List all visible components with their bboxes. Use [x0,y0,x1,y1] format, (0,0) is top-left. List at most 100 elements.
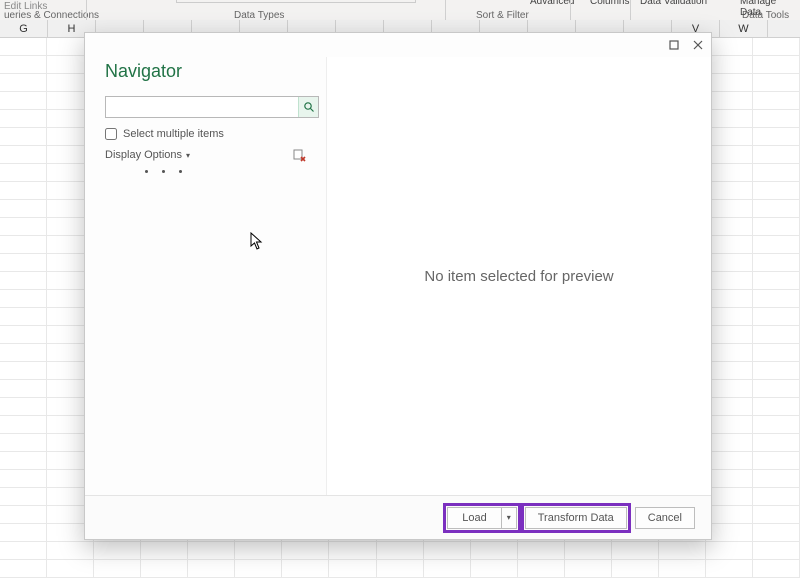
cell[interactable] [0,92,47,109]
cell[interactable] [235,542,282,559]
cell[interactable] [0,56,47,73]
cell[interactable] [753,308,800,325]
cell[interactable] [612,542,659,559]
cell[interactable] [753,398,800,415]
cell[interactable] [329,542,376,559]
cell[interactable] [706,416,753,433]
cell[interactable] [706,308,753,325]
cell[interactable] [188,542,235,559]
grid-row[interactable] [0,542,800,560]
cell[interactable] [753,488,800,505]
cell[interactable] [706,506,753,523]
ribbon-data-validation[interactable]: Data Validation [640,0,707,7]
select-multiple-checkbox[interactable] [105,128,117,140]
cell[interactable] [0,542,47,559]
cell[interactable] [0,398,47,415]
search-input[interactable] [106,97,298,117]
cell[interactable] [706,470,753,487]
cell[interactable] [706,128,753,145]
cell[interactable] [0,506,47,523]
cell[interactable] [706,254,753,271]
cell[interactable] [0,380,47,397]
cell[interactable] [753,128,800,145]
cell[interactable] [706,110,753,127]
cell[interactable] [706,74,753,91]
column-header[interactable]: G [0,20,48,38]
cell[interactable] [753,92,800,109]
ribbon-manage-data[interactable]: Manage Data [740,0,800,18]
cell[interactable] [753,110,800,127]
cell[interactable] [753,416,800,433]
cell[interactable] [706,290,753,307]
cell[interactable] [753,74,800,91]
cell[interactable] [753,146,800,163]
cell[interactable] [753,524,800,541]
cell[interactable] [0,146,47,163]
cancel-button[interactable]: Cancel [635,507,695,529]
cell[interactable] [0,164,47,181]
cell[interactable] [753,182,800,199]
cell[interactable] [706,272,753,289]
transform-data-button[interactable]: Transform Data [525,507,627,529]
cell[interactable] [0,38,47,55]
cell[interactable] [706,344,753,361]
cell[interactable] [0,326,47,343]
cell[interactable] [706,182,753,199]
cell[interactable] [0,128,47,145]
cell[interactable] [0,236,47,253]
cell[interactable] [706,488,753,505]
cell[interactable] [753,164,800,181]
cell[interactable] [141,542,188,559]
cell[interactable] [0,110,47,127]
cell[interactable] [0,308,47,325]
cell[interactable] [706,200,753,217]
cell[interactable] [47,542,94,559]
search-button[interactable] [298,97,318,117]
cell[interactable] [0,218,47,235]
cell[interactable] [0,488,47,505]
cell[interactable] [753,272,800,289]
cell[interactable] [753,542,800,559]
cell[interactable] [706,398,753,415]
cell[interactable] [706,92,753,109]
cell[interactable] [706,38,753,55]
maximize-button[interactable] [667,38,681,52]
cell[interactable] [659,542,706,559]
display-options-dropdown[interactable]: Display Options ▾ [105,149,190,161]
cell[interactable] [753,434,800,451]
cell[interactable] [753,470,800,487]
cell[interactable] [706,56,753,73]
cell[interactable] [706,380,753,397]
cell[interactable] [424,542,471,559]
load-button[interactable]: Load [447,507,500,529]
cell[interactable] [706,236,753,253]
cell[interactable] [0,290,47,307]
cell[interactable] [753,254,800,271]
cell[interactable] [706,434,753,451]
ribbon-columns[interactable]: Columns [590,0,629,7]
cell[interactable] [471,542,518,559]
cell[interactable] [0,434,47,451]
close-button[interactable] [691,38,705,52]
cell[interactable] [753,56,800,73]
cell[interactable] [753,290,800,307]
cell[interactable] [753,380,800,397]
cell[interactable] [706,326,753,343]
cell[interactable] [753,344,800,361]
cell[interactable] [94,542,141,559]
cell[interactable] [377,542,424,559]
cell[interactable] [753,236,800,253]
cell[interactable] [706,362,753,379]
cell[interactable] [753,218,800,235]
cell[interactable] [706,542,753,559]
cell[interactable] [565,542,612,559]
cell[interactable] [0,272,47,289]
cell[interactable] [518,542,565,559]
cell[interactable] [0,200,47,217]
cell[interactable] [706,524,753,541]
select-multiple-row[interactable]: Select multiple items [105,128,306,140]
cell[interactable] [0,74,47,91]
cell[interactable] [0,362,47,379]
cell[interactable] [753,200,800,217]
cell[interactable] [753,362,800,379]
